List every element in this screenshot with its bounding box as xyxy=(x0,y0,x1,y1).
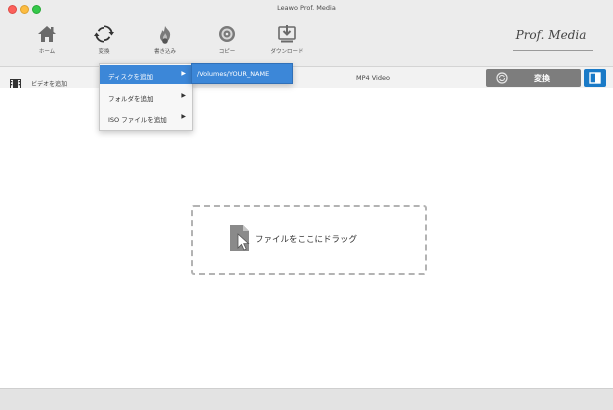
output-format-selector[interactable]: MP4 Video xyxy=(356,74,390,82)
toolbar-burn-button[interactable]: 書き込み xyxy=(143,20,187,62)
file-drop-zone[interactable]: ファイルをここにドラッグ xyxy=(191,205,427,275)
disc-path-submenu-item[interactable]: /Volumes/YOUR_NAME xyxy=(191,63,293,84)
window-title: Leawo Prof. Media xyxy=(277,4,336,12)
panel-icon xyxy=(589,72,601,84)
refresh-icon xyxy=(496,72,508,84)
film-icon xyxy=(10,78,21,89)
burn-icon xyxy=(160,26,171,44)
copy-disc-icon xyxy=(219,26,235,42)
menu-item-label: フォルダを追加 xyxy=(108,95,154,103)
add-video-button[interactable]: ビデオを追加 xyxy=(10,73,67,89)
toolbar-copy-label: コピー xyxy=(218,49,236,55)
menu-item-label: ISO ファイルを追加 xyxy=(108,116,167,124)
convert-icon xyxy=(94,25,114,43)
brand-logo: Prof. Media xyxy=(515,28,587,42)
convert-button[interactable]: 変換 xyxy=(486,69,581,87)
disc-path-label: /Volumes/YOUR_NAME xyxy=(197,70,270,78)
toolbar-home-button[interactable]: ホーム xyxy=(25,20,69,62)
toolbar-convert-button[interactable]: 変換 xyxy=(82,20,126,62)
toolbar-convert-label: 変換 xyxy=(98,49,110,55)
convert-button-label: 変換 xyxy=(534,74,550,83)
file-drag-icon xyxy=(230,225,250,251)
submenu-arrow-icon: ▶ xyxy=(181,92,186,99)
toolbar-copy-button[interactable]: コピー xyxy=(205,20,249,62)
file-list-area[interactable]: ファイルをここにドラッグ xyxy=(0,88,613,388)
brand-underline xyxy=(513,50,593,51)
menu-item-label: ディスクを追加 xyxy=(108,73,154,81)
main-toolbar: ホーム 変換 書き込み コピー ダウンロード Prof. Media xyxy=(0,18,613,67)
menu-item-add-disc[interactable]: ディスクを追加 ▶ xyxy=(100,65,192,84)
toolbar-download-label: ダウンロード xyxy=(270,49,304,55)
add-dropdown-menu: ディスクを追加 ▶ フォルダを追加 ▶ ISO ファイルを追加 ▶ xyxy=(99,63,193,131)
window-titlebar: Leawo Prof. Media xyxy=(0,0,613,18)
drop-zone-text: ファイルをここにドラッグ xyxy=(255,235,358,245)
menu-item-add-iso[interactable]: ISO ファイルを追加 ▶ xyxy=(100,108,192,127)
toolbar-download-button[interactable]: ダウンロード xyxy=(265,20,309,62)
add-video-label: ビデオを追加 xyxy=(31,81,68,88)
menu-item-add-folder[interactable]: フォルダを追加 ▶ xyxy=(100,87,192,106)
download-icon xyxy=(278,25,296,43)
toolbar-burn-label: 書き込み xyxy=(153,49,176,55)
side-panel-toggle[interactable] xyxy=(584,69,606,87)
submenu-arrow-icon: ▶ xyxy=(181,70,186,77)
submenu-arrow-icon: ▶ xyxy=(181,113,186,120)
toolbar-home-label: ホーム xyxy=(38,49,56,55)
home-icon xyxy=(38,26,56,42)
status-bar xyxy=(0,388,613,410)
